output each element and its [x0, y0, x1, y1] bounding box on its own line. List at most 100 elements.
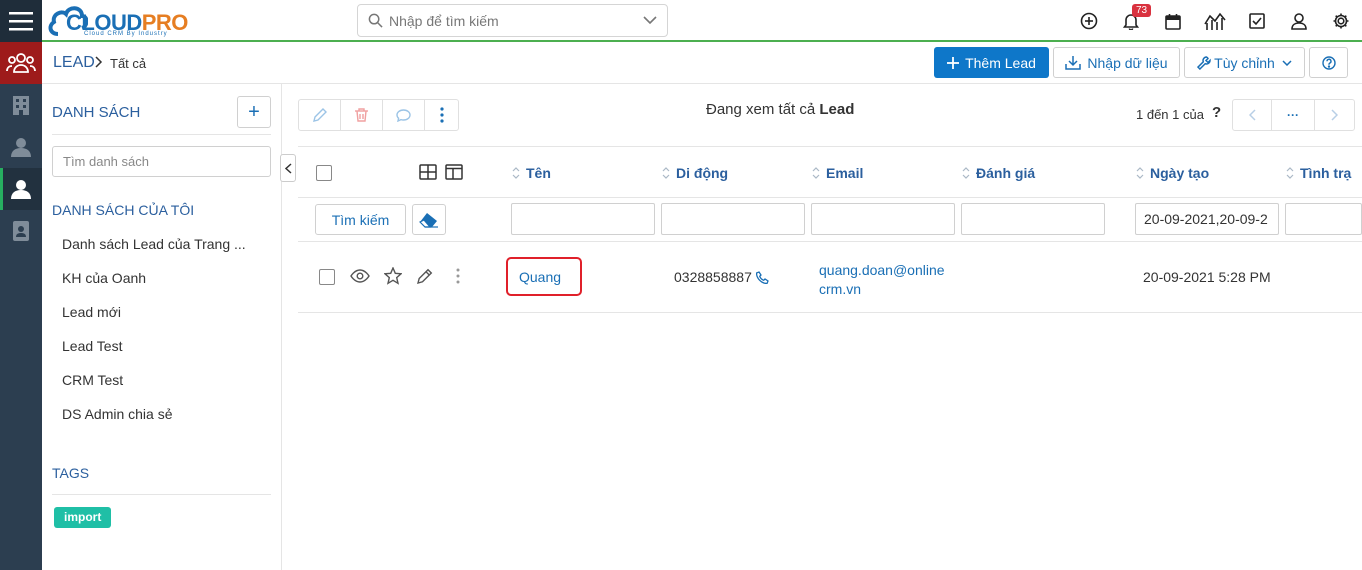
rail-item-contacts[interactable]: [0, 126, 42, 168]
star-icon[interactable]: [384, 267, 402, 285]
filter-email-input[interactable]: [811, 203, 955, 235]
add-list-button[interactable]: +: [237, 96, 271, 128]
breadcrumb-module[interactable]: LEAD: [53, 54, 95, 72]
view-icon[interactable]: [350, 269, 370, 283]
more-actions-button[interactable]: [425, 100, 458, 130]
rail-item-leads[interactable]: [0, 168, 42, 210]
module-rail: [0, 0, 42, 570]
filter-name-input[interactable]: [511, 203, 655, 235]
column-header-created[interactable]: Ngày tạo: [1136, 165, 1209, 181]
reports-button[interactable]: [1194, 0, 1236, 42]
previous-page-button[interactable]: [1233, 100, 1272, 130]
column-label: Tên: [526, 165, 551, 181]
list-item[interactable]: DS Admin chia sẻ: [62, 404, 262, 438]
clear-filters-button[interactable]: [412, 204, 446, 235]
table-row[interactable]: Quang 0328858887 quang.doan@online crm.v…: [298, 242, 1362, 313]
sidebar-divider: [52, 134, 271, 135]
my-lists: Danh sách Lead của Trang ... KH của Oanh…: [62, 234, 262, 438]
mass-delete-button[interactable]: [341, 100, 383, 130]
row-more-icon[interactable]: [456, 268, 460, 284]
select-all-checkbox[interactable]: [316, 165, 332, 181]
email-line: quang.doan@online: [819, 262, 945, 278]
column-header-rating[interactable]: Đánh giá: [962, 165, 1035, 181]
help-circle-icon: [1321, 55, 1336, 70]
calendar-icon: [1165, 13, 1181, 30]
list-item[interactable]: KH của Oanh: [62, 268, 262, 302]
email-link[interactable]: quang.doan@online crm.vn: [819, 261, 949, 299]
grid-layout-icon[interactable]: [419, 164, 437, 183]
highlighted-name-cell: Quang: [506, 257, 582, 296]
mass-action-toolbar: [298, 99, 459, 131]
notifications-button[interactable]: 73: [1110, 0, 1152, 42]
list-item[interactable]: Danh sách Lead của Trang ...: [62, 234, 262, 268]
column-label: Ngày tạo: [1150, 165, 1210, 181]
filter-status-input[interactable]: [1285, 203, 1362, 235]
chevron-right-icon: [95, 55, 103, 71]
chevron-down-icon: [1282, 59, 1292, 66]
profile-button[interactable]: [1278, 0, 1320, 42]
help-button[interactable]: [1309, 47, 1348, 78]
column-header-email[interactable]: Email: [812, 165, 863, 181]
list-item[interactable]: Lead mới: [62, 302, 262, 336]
lead-user-icon: [11, 180, 31, 199]
column-header-mobile[interactable]: Di động: [662, 165, 728, 181]
calendar-button[interactable]: [1152, 0, 1194, 42]
list-item[interactable]: Lead Test: [62, 336, 262, 370]
global-search-box[interactable]: [357, 4, 668, 37]
rail-item-documents[interactable]: [0, 210, 42, 252]
import-data-label: Nhập dữ liệu: [1087, 54, 1168, 71]
list-view: Đang xem tất cả Lead 1 đến 1 của ? ··· T…: [283, 84, 1362, 570]
filter-created-input[interactable]: [1135, 203, 1279, 235]
hamburger-menu-button[interactable]: [0, 0, 42, 42]
more-pages-label: ···: [1287, 108, 1299, 122]
filter-rating-input[interactable]: [961, 203, 1105, 235]
sort-icon: [662, 167, 670, 179]
mass-comment-button[interactable]: [383, 100, 425, 130]
quick-create-button[interactable]: [1068, 0, 1110, 42]
column-header-name[interactable]: Tên: [512, 165, 551, 181]
next-page-button[interactable]: [1315, 100, 1354, 130]
lead-name-link[interactable]: Quang: [519, 269, 561, 285]
page-jump-button[interactable]: ···: [1272, 100, 1315, 130]
breadcrumb-bar: LEAD Tất cả Thêm Lead Nhập dữ liệu Tùy c…: [42, 42, 1362, 84]
rail-item-customers[interactable]: [0, 42, 42, 84]
edit-pencil-icon[interactable]: [417, 268, 433, 284]
list-item[interactable]: CRM Test: [62, 370, 262, 404]
checkbox-icon: [1249, 13, 1265, 29]
table-header: Tên Di động Email Đánh giá Ngày tạo Tình…: [298, 146, 1362, 198]
gear-icon: [1333, 13, 1349, 29]
add-lead-button[interactable]: Thêm Lead: [934, 47, 1049, 78]
pencil-icon: [312, 108, 327, 122]
columns-layout-icon[interactable]: [445, 164, 463, 183]
cloudpro-logo[interactable]: CLOUDPRO Cloud CRM By Industry: [48, 4, 198, 38]
settings-button[interactable]: [1320, 0, 1362, 42]
total-count-button[interactable]: ?: [1212, 104, 1221, 121]
contact-card-icon: [13, 221, 29, 241]
mass-edit-button[interactable]: [299, 100, 341, 130]
comment-icon: [396, 108, 411, 122]
my-lists-title: DANH SÁCH CỦA TÔI: [52, 202, 195, 218]
filter-mobile-input[interactable]: [661, 203, 805, 235]
tasks-button[interactable]: [1236, 0, 1278, 42]
column-header-status[interactable]: Tình trạ: [1286, 165, 1351, 181]
header-toolbar: 73: [1068, 0, 1362, 42]
tag-import[interactable]: import: [54, 507, 112, 528]
tags-title: TAGS: [52, 465, 90, 481]
email-line: crm.vn: [819, 281, 861, 297]
hamburger-icon: [9, 12, 33, 31]
column-label: Tình trạ: [1300, 165, 1352, 181]
list-search-input[interactable]: [52, 146, 271, 177]
notification-count-badge: 73: [1132, 4, 1152, 17]
global-search-input[interactable]: [383, 5, 643, 36]
search-icon: [368, 13, 383, 28]
customize-dropdown-button[interactable]: Tùy chỉnh: [1184, 47, 1305, 78]
filter-search-button[interactable]: Tìm kiếm: [315, 204, 406, 235]
mobile-number: 0328858887: [674, 269, 752, 285]
phone-icon[interactable]: [755, 270, 769, 284]
import-data-button[interactable]: Nhập dữ liệu: [1053, 47, 1180, 78]
rail-item-organizations[interactable]: [0, 84, 42, 126]
logo-subtitle: Cloud CRM By Industry: [84, 31, 168, 37]
row-checkbox[interactable]: [319, 269, 335, 285]
chevron-down-icon[interactable]: [643, 16, 657, 25]
column-label: Đánh giá: [976, 165, 1036, 181]
